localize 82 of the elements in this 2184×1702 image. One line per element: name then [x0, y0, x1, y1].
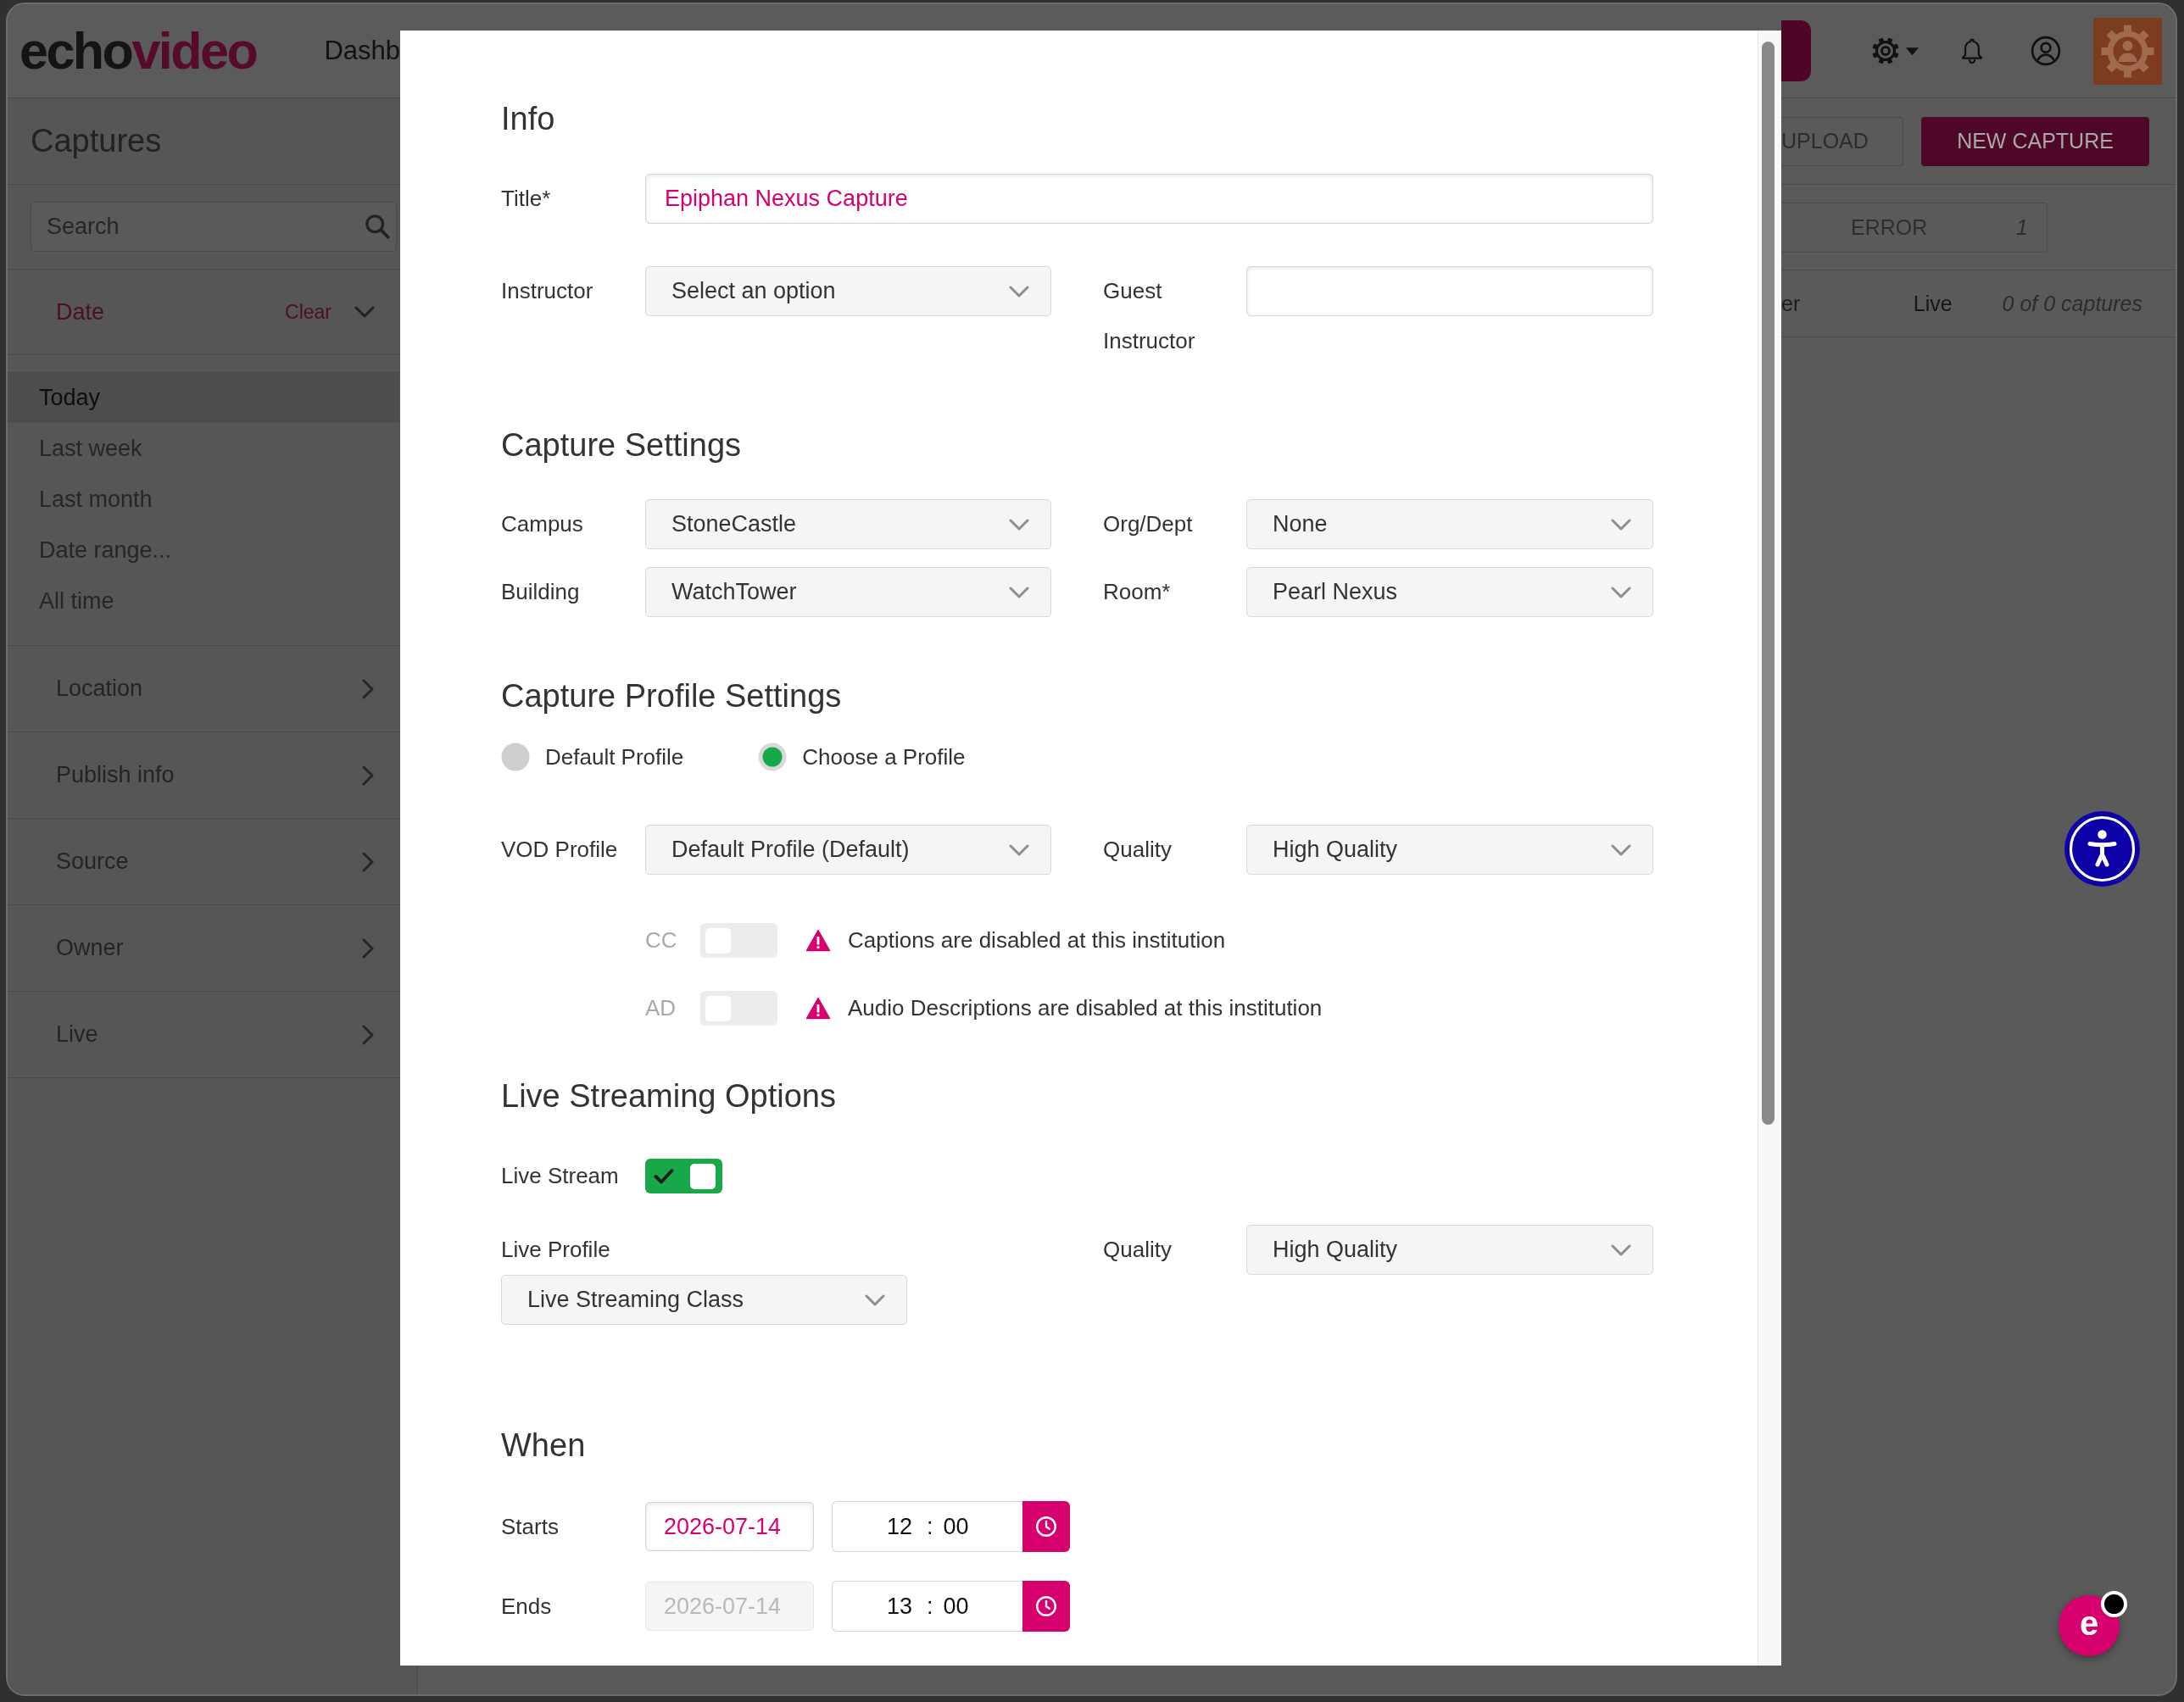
dropdown[interactable]: StoneCastle: [645, 499, 1051, 549]
field-label: Room*: [1103, 578, 1171, 606]
clear-link[interactable]: Clear: [285, 300, 332, 324]
clock-icon: [1035, 1516, 1057, 1538]
field-label: Starts: [501, 1512, 559, 1541]
chevron-down-icon: [865, 1293, 885, 1306]
dropdown[interactable]: Select an option: [645, 266, 1051, 316]
clock-button[interactable]: [1022, 1581, 1070, 1632]
chevron-right-icon[interactable]: [362, 1024, 374, 1045]
scrollbar-track[interactable]: [1758, 31, 1781, 1666]
section-heading: When: [501, 1427, 586, 1465]
radio-button[interactable]: [758, 743, 788, 771]
field-label: Building: [501, 578, 580, 606]
field-label: Live Profile: [501, 1236, 610, 1264]
user-icon[interactable]: [2031, 36, 2061, 66]
bell-icon[interactable]: [1960, 36, 1984, 65]
warning-message: Audio Descriptions are disabled at this institution: [848, 995, 1323, 1021]
clock-icon: [1035, 1595, 1057, 1617]
time-field[interactable]: 13 : 00: [832, 1581, 1022, 1632]
chevron-right-icon[interactable]: [362, 937, 374, 959]
field-label: Ends: [501, 1592, 552, 1621]
chevron-down-icon: [1611, 843, 1631, 856]
section-heading: Live Streaming Options: [501, 1077, 836, 1115]
date-option[interactable]: Today: [8, 372, 399, 423]
time-field[interactable]: 12 : 00: [832, 1501, 1022, 1552]
dropdown[interactable]: High Quality: [1246, 1225, 1653, 1275]
chevron-down-icon: [1009, 518, 1029, 531]
field-label: Org/Dept: [1103, 510, 1193, 538]
chevron-down-icon: [1611, 518, 1631, 531]
field-label: Campus: [501, 510, 583, 538]
dropdown[interactable]: High Quality: [1246, 825, 1653, 875]
settings-icon[interactable]: [1870, 36, 1921, 66]
nav-link[interactable]: Dashb: [324, 36, 400, 66]
toggle-label: AD: [645, 995, 677, 1021]
dropdown[interactable]: Live Streaming Class: [501, 1275, 907, 1325]
warning-icon: [805, 929, 831, 952]
warning-icon: [805, 997, 831, 1020]
field-label: Guest Instructor: [1103, 277, 1196, 355]
clock-button[interactable]: [1022, 1501, 1070, 1552]
check-icon: [654, 1167, 674, 1185]
filter-label[interactable]: Date: [56, 298, 105, 325]
warning-message: Captions are disabled at this institution: [848, 927, 1226, 954]
radio-label[interactable]: Default Profile: [545, 743, 684, 770]
header-button[interactable]: [1781, 20, 1811, 81]
dropdown[interactable]: Default Profile (Default): [645, 825, 1051, 875]
chevron-right-icon[interactable]: [362, 678, 374, 699]
field-label: Quality: [1103, 836, 1172, 864]
field-label: Live Stream: [501, 1163, 619, 1188]
toggle-switch[interactable]: [645, 1159, 722, 1193]
section-heading: Capture Settings: [501, 426, 742, 464]
date-field[interactable]: 2026-07-14: [645, 1502, 814, 1551]
chevron-down-icon: [1009, 285, 1029, 298]
chevron-down-icon: [1009, 843, 1029, 856]
dropdown[interactable]: WatchTower: [645, 567, 1051, 617]
scrollbar-thumb[interactable]: [1762, 42, 1774, 1125]
radio-button[interactable]: [501, 743, 530, 771]
dropdown[interactable]: Pearl Nexus: [1246, 567, 1653, 617]
chevron-right-icon[interactable]: [362, 851, 374, 872]
chevron-down-icon: [1611, 586, 1631, 598]
section-heading: Info: [501, 100, 555, 138]
chevron-down-icon: [1611, 1243, 1631, 1256]
text-field[interactable]: [1246, 266, 1653, 316]
accessibility-icon[interactable]: [2064, 811, 2140, 887]
search-icon[interactable]: [365, 214, 390, 239]
column-header[interactable]: er: [1781, 291, 1801, 316]
new-capture-button[interactable]: NEW CAPTURE: [1921, 116, 2149, 166]
chat-button[interactable]: e: [2059, 1595, 2120, 1656]
column-header[interactable]: Live: [1913, 291, 1953, 316]
field-label: Title*: [501, 185, 551, 213]
dropdown[interactable]: None: [1246, 499, 1653, 549]
field-label: Quality: [1103, 1236, 1172, 1264]
chevron-down-icon[interactable]: [354, 306, 375, 318]
gear-person-icon[interactable]: [2093, 17, 2162, 85]
radio-label[interactable]: Choose a Profile: [802, 743, 966, 770]
chevron-right-icon[interactable]: [362, 765, 374, 786]
text-field[interactable]: Epiphan Nexus Capture: [645, 174, 1653, 224]
section-heading: Capture Profile Settings: [501, 677, 842, 715]
field-label: Instructor: [501, 277, 593, 305]
logo[interactable]: echovideo: [20, 25, 257, 77]
chevron-down-icon: [1009, 586, 1029, 598]
toggle-label: CC: [645, 927, 677, 953]
field-label: VOD Profile: [501, 836, 618, 864]
